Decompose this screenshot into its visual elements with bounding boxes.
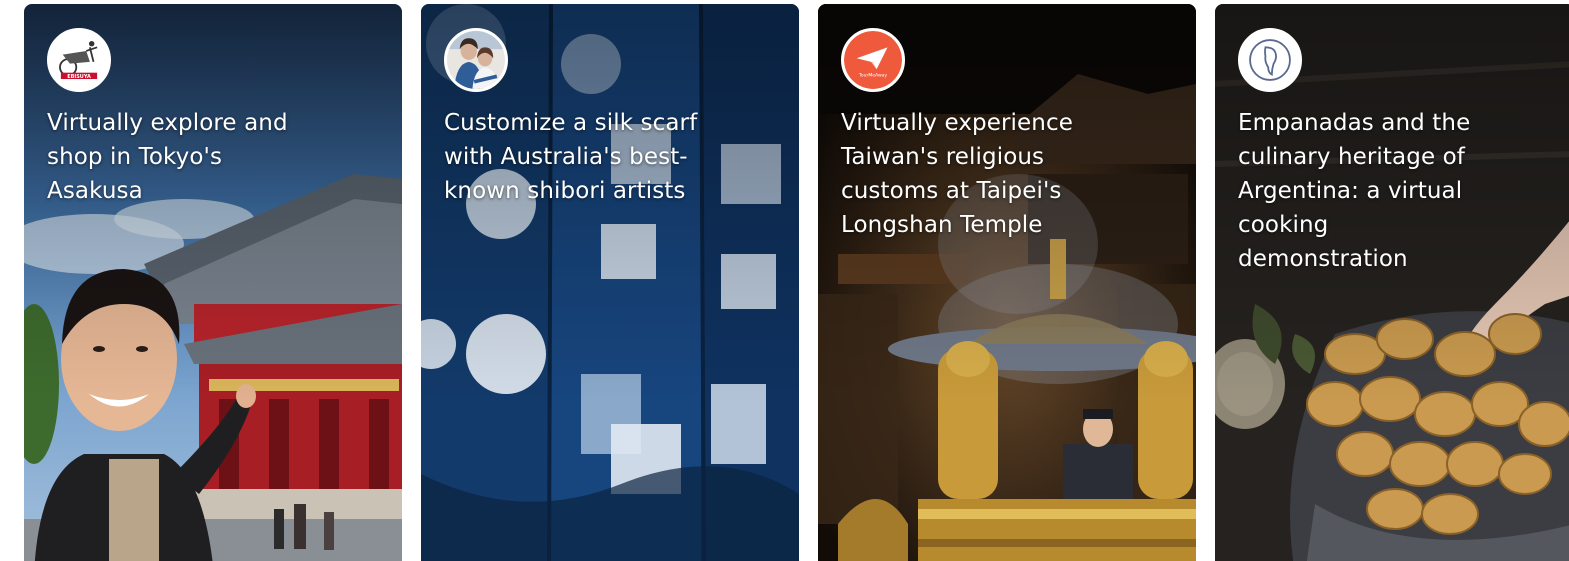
experience-card-shibori-scarf[interactable]: Customize a silk scarf with Australia's … [421, 4, 799, 561]
experience-title[interactable]: Customize a silk scarf with Australia's … [444, 106, 714, 208]
artists-portrait-logo-icon [444, 28, 508, 92]
experience-card-tokyo-asakusa[interactable]: EBISUYA Virtually explore and shop in To… [24, 4, 402, 561]
ebisuya-logo-text: EBISUYA [67, 74, 91, 80]
ebisuya-logo-icon: EBISUYA [47, 28, 111, 92]
argentina-map-logo-icon [1238, 28, 1302, 92]
experience-title[interactable]: Virtually experience Taiwan's religious … [841, 106, 1091, 242]
experience-card-empanadas[interactable]: Empanadas and the culinary heritage of A… [1215, 4, 1569, 561]
tourmeaway-logo-text: TourMeAway [858, 72, 888, 78]
experience-title[interactable]: Empanadas and the culinary heritage of A… [1238, 106, 1488, 276]
experience-card-row: EBISUYA Virtually explore and shop in To… [0, 0, 1569, 561]
experience-card-longshan-temple[interactable]: TourMeAway Virtually experience Taiwan's… [818, 4, 1196, 561]
experience-title[interactable]: Virtually explore and shop in Tokyo's As… [47, 106, 317, 208]
tourmeaway-logo-icon: TourMeAway [841, 28, 905, 92]
